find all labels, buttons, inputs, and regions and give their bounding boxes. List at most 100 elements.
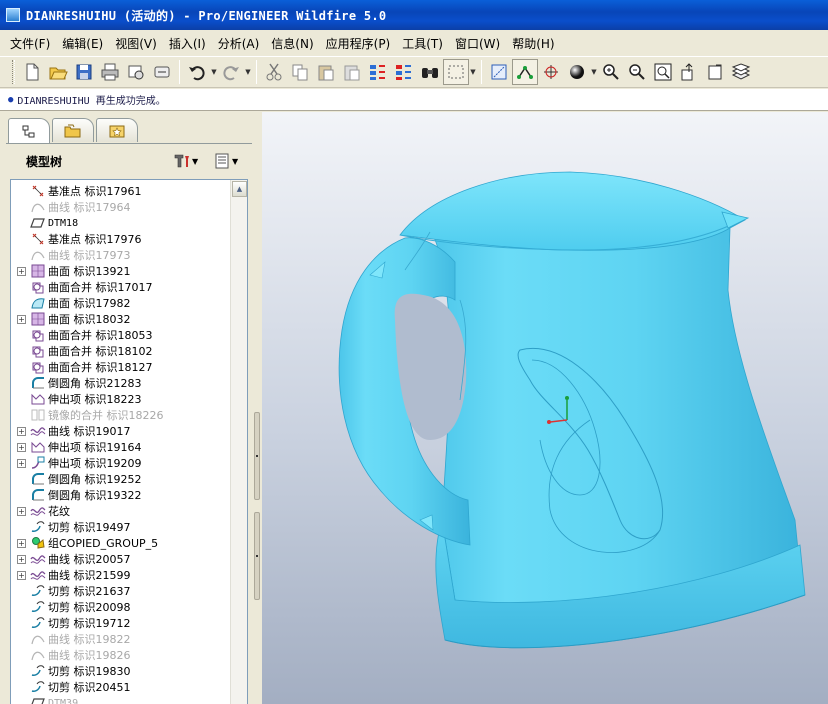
tree-item[interactable]: + 曲面 标识13921 (11, 263, 131, 279)
tree-item[interactable]: + 花纹 (11, 503, 70, 519)
tree-item[interactable]: 伸出项 标识18223 (11, 391, 142, 407)
tab-model-tree[interactable] (8, 118, 50, 144)
menu-applications[interactable]: 应用程序(P) (320, 35, 397, 52)
select-box-icon[interactable] (443, 59, 469, 85)
menu-edit[interactable]: 编辑(E) (56, 35, 109, 52)
tree-item[interactable]: 倒圆角 标识19252 (11, 471, 142, 487)
regen-manager-icon[interactable] (391, 59, 417, 85)
title-bar[interactable]: DIANRESHUIHU (活动的) - Pro/ENGINEER Wildfi… (0, 0, 828, 30)
shading-dropdown-icon[interactable]: ▼ (590, 68, 598, 76)
expand-plus-icon[interactable]: + (17, 538, 26, 548)
expand-plus-icon[interactable]: + (17, 442, 26, 452)
tree-item[interactable]: 曲面 标识17982 (11, 295, 131, 311)
tree-item[interactable]: 曲面合并 标识18102 (11, 343, 153, 359)
menu-help[interactable]: 帮助(H) (506, 35, 560, 52)
undo-icon[interactable] (184, 59, 210, 85)
menu-info[interactable]: 信息(N) (265, 35, 319, 52)
tab-folder-browser[interactable] (52, 118, 94, 142)
tree-item[interactable]: DTM39 (11, 695, 78, 704)
saved-views-icon[interactable] (702, 59, 728, 85)
view-named-icon[interactable] (486, 59, 512, 85)
expand-plus-icon[interactable]: + (17, 570, 26, 580)
toolbar-grip[interactable] (12, 60, 15, 84)
open-folder-icon[interactable] (45, 59, 71, 85)
tree-item[interactable]: 曲线 标识19822 (11, 631, 131, 647)
menu-view[interactable]: 视图(V) (109, 35, 163, 52)
tree-item[interactable]: 镜像的合并 标识18226 (11, 407, 164, 423)
close-window-icon[interactable] (149, 59, 175, 85)
tree-show-button[interactable]: ▼ (214, 152, 238, 170)
expand-plus-icon[interactable]: + (17, 426, 26, 436)
tree-item[interactable]: 切剪 标识20451 (11, 679, 131, 695)
tree-item[interactable]: + 伸出项 标识19209 (11, 455, 142, 471)
tree-item[interactable]: + 曲线 标识20057 (11, 551, 131, 567)
tree-item[interactable]: 切剪 标识19712 (11, 615, 131, 631)
tree-item[interactable]: 基准点 标识17961 (11, 183, 142, 199)
scroll-up-arrow-icon[interactable]: ▲ (232, 181, 247, 197)
redo-dropdown-icon[interactable]: ▼ (244, 68, 252, 76)
find-icon[interactable] (417, 59, 443, 85)
status-message: DIANRESHUIHU 再生成功完成。 (17, 96, 166, 107)
tree-item[interactable]: 切剪 标识21637 (11, 583, 131, 599)
tree-item[interactable]: + 组COPIED_GROUP_5 (11, 535, 158, 551)
paste-special-icon[interactable] (339, 59, 365, 85)
undo-dropdown-icon[interactable]: ▼ (210, 68, 218, 76)
tree-item[interactable]: + 伸出项 标识19164 (11, 439, 142, 455)
tree-item[interactable]: 切剪 标识20098 (11, 599, 131, 615)
menu-insert[interactable]: 插入(I) (163, 35, 212, 52)
menu-file[interactable]: 文件(F) (4, 35, 56, 52)
tree-settings-button[interactable]: ▼ (172, 152, 198, 170)
menu-analysis[interactable]: 分析(A) (212, 35, 266, 52)
print-icon[interactable] (97, 59, 123, 85)
tree-item[interactable]: 曲线 标识17973 (11, 247, 131, 263)
menu-window[interactable]: 窗口(W) (449, 35, 506, 52)
model-tree[interactable]: 基准点 标识17961 曲线 标识17964 DTM18 基准点 标识17976 曲线 … (10, 179, 248, 704)
send-mail-icon[interactable] (123, 59, 149, 85)
tree-item[interactable]: 倒圆角 标识21283 (11, 375, 142, 391)
tree-item[interactable]: 切剪 标识19830 (11, 663, 131, 679)
tree-item[interactable]: + 曲面 标识18032 (11, 311, 131, 327)
graphics-viewport[interactable] (262, 112, 828, 704)
tree-item[interactable]: 曲面合并 标识18127 (11, 359, 153, 375)
datum-display-icon[interactable] (512, 59, 538, 85)
regenerate-icon[interactable] (365, 59, 391, 85)
splitter-handle-upper[interactable] (254, 412, 260, 500)
zoom-in-icon[interactable] (598, 59, 624, 85)
spin-center-icon[interactable] (538, 59, 564, 85)
tree-item[interactable]: 基准点 标识17976 (11, 231, 142, 247)
tree-item[interactable]: 曲线 标识17964 (11, 199, 131, 215)
tab-favorites[interactable] (96, 118, 138, 142)
tree-item[interactable]: 曲面合并 标识18053 (11, 327, 153, 343)
tree-item[interactable]: 切剪 标识19497 (11, 519, 131, 535)
layers-icon[interactable] (728, 59, 754, 85)
tree-item[interactable]: + 曲线 标识19017 (11, 423, 131, 439)
expand-plus-icon[interactable]: + (17, 506, 26, 516)
tree-item[interactable]: + 曲线 标识21599 (11, 567, 131, 583)
save-icon[interactable] (71, 59, 97, 85)
shading-icon[interactable] (564, 59, 590, 85)
kettle-model[interactable] (262, 112, 828, 704)
cut-icon[interactable] (261, 59, 287, 85)
round-icon (30, 472, 46, 486)
copy-icon[interactable] (287, 59, 313, 85)
expand-plus-icon[interactable]: + (17, 458, 26, 468)
menu-tools[interactable]: 工具(T) (396, 35, 449, 52)
tree-item[interactable]: DTM18 (11, 215, 78, 231)
panel-splitter[interactable] (252, 112, 262, 704)
new-file-icon[interactable] (19, 59, 45, 85)
tree-item[interactable]: 倒圆角 标识19322 (11, 487, 142, 503)
expand-plus-icon[interactable]: + (17, 314, 26, 324)
tree-item-label: 伸出项 标识19164 (48, 441, 142, 454)
tree-item[interactable]: 曲面合并 标识17017 (11, 279, 153, 295)
refit-icon[interactable] (650, 59, 676, 85)
tree-scrollbar[interactable]: ▲ (230, 180, 247, 704)
expand-plus-icon[interactable]: + (17, 554, 26, 564)
paste-icon[interactable] (313, 59, 339, 85)
expand-plus-icon[interactable]: + (17, 266, 26, 276)
select-dropdown-icon[interactable]: ▼ (469, 68, 477, 76)
redo-icon[interactable] (218, 59, 244, 85)
zoom-out-icon[interactable] (624, 59, 650, 85)
splitter-handle-lower[interactable] (254, 512, 260, 600)
reorient-icon[interactable] (676, 59, 702, 85)
tree-item[interactable]: 曲线 标识19826 (11, 647, 131, 663)
